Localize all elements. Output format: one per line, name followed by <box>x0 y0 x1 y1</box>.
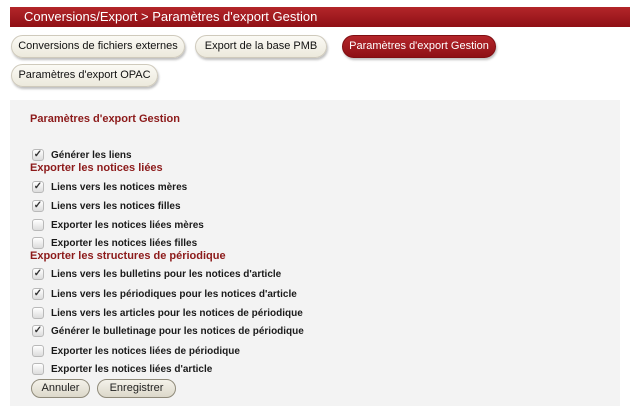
option-export-linked-periodical[interactable]: ✓ Exporter les notices liées de périodiq… <box>32 344 240 358</box>
option-export-linked-parent[interactable]: ✓ Exporter les notices liées mères <box>32 218 204 232</box>
export-linked-child-checkbox[interactable]: ✓ <box>32 237 44 249</box>
links-periodicals-checkbox[interactable]: ✓ <box>32 288 44 300</box>
links-bulletins-checkbox[interactable]: ✓ <box>32 268 44 280</box>
option-links-periodicals[interactable]: ✓ Liens vers les périodiques pour les no… <box>32 287 297 301</box>
links-parent-records-label: Liens vers les notices mères <box>51 181 188 193</box>
tab-conversions-fichiers-externes[interactable]: Conversions de fichiers externes <box>11 35 185 58</box>
links-parent-records-checkbox[interactable]: ✓ <box>32 181 44 193</box>
links-articles-checkbox[interactable]: ✓ <box>32 307 44 319</box>
option-generate-bulletinage[interactable]: ✓ Générer le bulletinage pour les notice… <box>32 324 304 338</box>
form-title: Paramètres d'export Gestion <box>30 113 180 125</box>
links-periodicals-label: Liens vers les périodiques pour les noti… <box>51 288 297 300</box>
option-links-articles[interactable]: ✓ Liens vers les articles pour les notic… <box>32 306 303 320</box>
export-linked-article-checkbox[interactable]: ✓ <box>32 363 44 375</box>
export-linked-periodical-label: Exporter les notices liées de périodique <box>51 345 240 357</box>
option-export-linked-article[interactable]: ✓ Exporter les notices liées d'article <box>32 362 212 376</box>
export-linked-child-label: Exporter les notices liées filles <box>51 237 198 249</box>
tab-parametres-export-opac[interactable]: Paramètres d'export OPAC <box>11 64 158 87</box>
generate-bulletinage-checkbox[interactable]: ✓ <box>32 325 44 337</box>
generate-links-checkbox[interactable]: ✓ <box>32 149 44 161</box>
option-links-parent-records[interactable]: ✓ Liens vers les notices mères <box>32 180 187 194</box>
check-icon: ✓ <box>33 149 43 160</box>
tab-parametres-export-gestion[interactable]: Paramètres d'export Gestion <box>342 35 496 58</box>
check-icon: ✓ <box>33 181 43 192</box>
tab-export-base-pmb[interactable]: Export de la base PMB <box>195 35 327 58</box>
option-links-child-records[interactable]: ✓ Liens vers les notices filles <box>32 199 181 213</box>
save-button[interactable]: Enregistrer <box>97 379 176 398</box>
generate-links-option[interactable]: ✓ Générer les liens <box>32 148 132 162</box>
generate-bulletinage-label: Générer le bulletinage pour les notices … <box>51 325 304 337</box>
option-export-linked-child[interactable]: ✓ Exporter les notices liées filles <box>32 236 197 250</box>
links-child-records-label: Liens vers les notices filles <box>51 200 181 212</box>
check-icon: ✓ <box>33 288 43 299</box>
export-linked-parent-label: Exporter les notices liées mères <box>51 219 204 231</box>
breadcrumb: Conversions/Export > Paramètres d'export… <box>10 7 630 27</box>
export-linked-parent-checkbox[interactable]: ✓ <box>32 219 44 231</box>
links-articles-label: Liens vers les articles pour les notices… <box>51 307 303 319</box>
export-linked-article-label: Exporter les notices liées d'article <box>51 363 213 375</box>
links-bulletins-label: Liens vers les bulletins pour les notice… <box>51 268 282 280</box>
export-linked-periodical-checkbox[interactable]: ✓ <box>32 345 44 357</box>
check-icon: ✓ <box>33 268 43 279</box>
links-child-records-checkbox[interactable]: ✓ <box>32 200 44 212</box>
option-links-bulletins[interactable]: ✓ Liens vers les bulletins pour les noti… <box>32 267 281 281</box>
periodical-structures-group-title: Exporter les structures de périodique <box>30 250 226 262</box>
check-icon: ✓ <box>33 325 43 336</box>
check-icon: ✓ <box>33 200 43 211</box>
cancel-button[interactable]: Annuler <box>31 379 90 398</box>
generate-links-label: Générer les liens <box>51 149 132 161</box>
linked-records-group-title: Exporter les notices liées <box>30 162 163 174</box>
